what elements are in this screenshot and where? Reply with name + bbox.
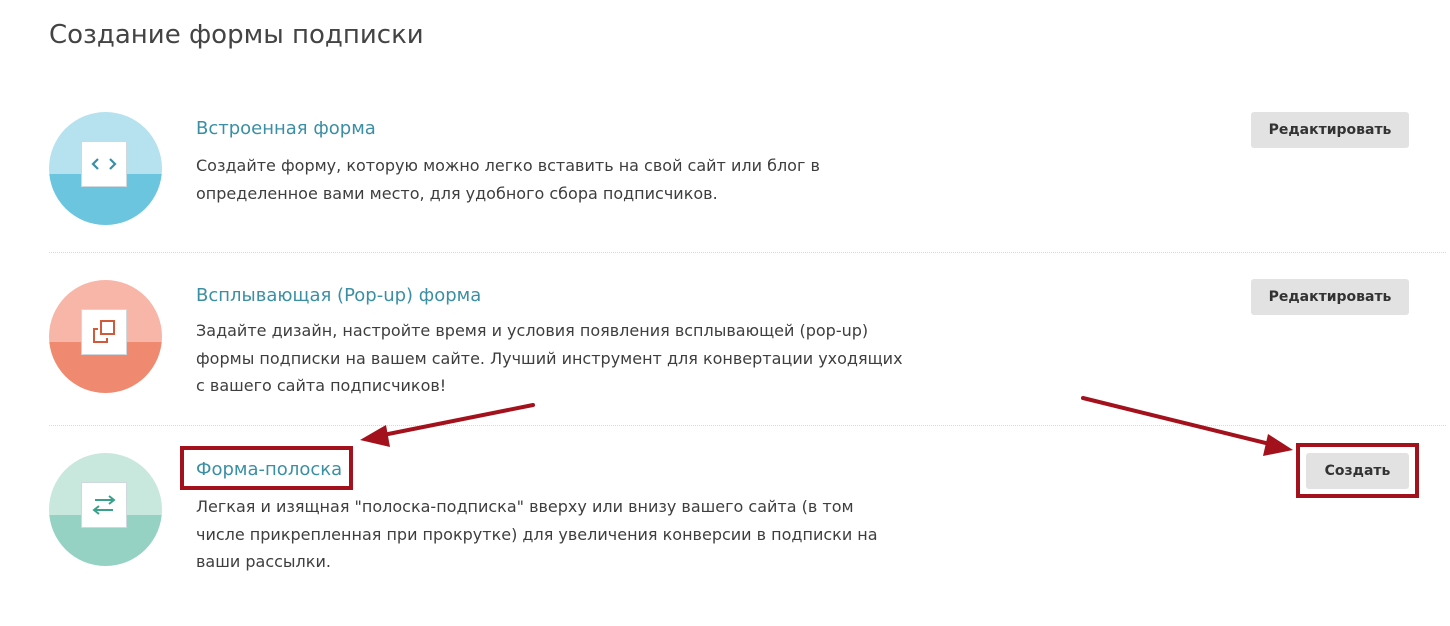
bar-form-create-button[interactable]: Создать [1306, 453, 1409, 489]
form-type-row-popup: Всплывающая (Pop-up) форма Задайте дизай… [49, 253, 1446, 426]
popup-form-link[interactable]: Всплывающая (Pop-up) форма [196, 285, 481, 306]
bar-form-link[interactable]: Форма-полоска [196, 459, 342, 480]
code-brackets-icon [81, 141, 127, 187]
page-title: Создание формы подписки [49, 20, 424, 50]
popup-form-description: Задайте дизайн, настройте время и услови… [196, 321, 903, 395]
popup-form-edit-button[interactable]: Редактировать [1251, 279, 1409, 315]
embedded-form-link[interactable]: Встроенная форма [196, 118, 376, 139]
bar-form-badge [49, 453, 162, 566]
embedded-form-badge [49, 112, 162, 225]
popup-windows-icon [81, 309, 127, 355]
embedded-form-description: Создайте форму, которую можно легко вста… [196, 156, 820, 203]
popup-form-badge [49, 280, 162, 393]
form-type-row-embedded: Встроенная форма Создайте форму, которую… [49, 95, 1446, 253]
bar-form-description: Легкая и изящная "полоска-подписка" ввер… [196, 497, 878, 571]
form-type-row-bar: Форма-полоска Легкая и изящная "полоска-… [49, 426, 1446, 606]
swap-arrows-icon [81, 482, 127, 528]
embedded-form-edit-button[interactable]: Редактировать [1251, 112, 1409, 148]
